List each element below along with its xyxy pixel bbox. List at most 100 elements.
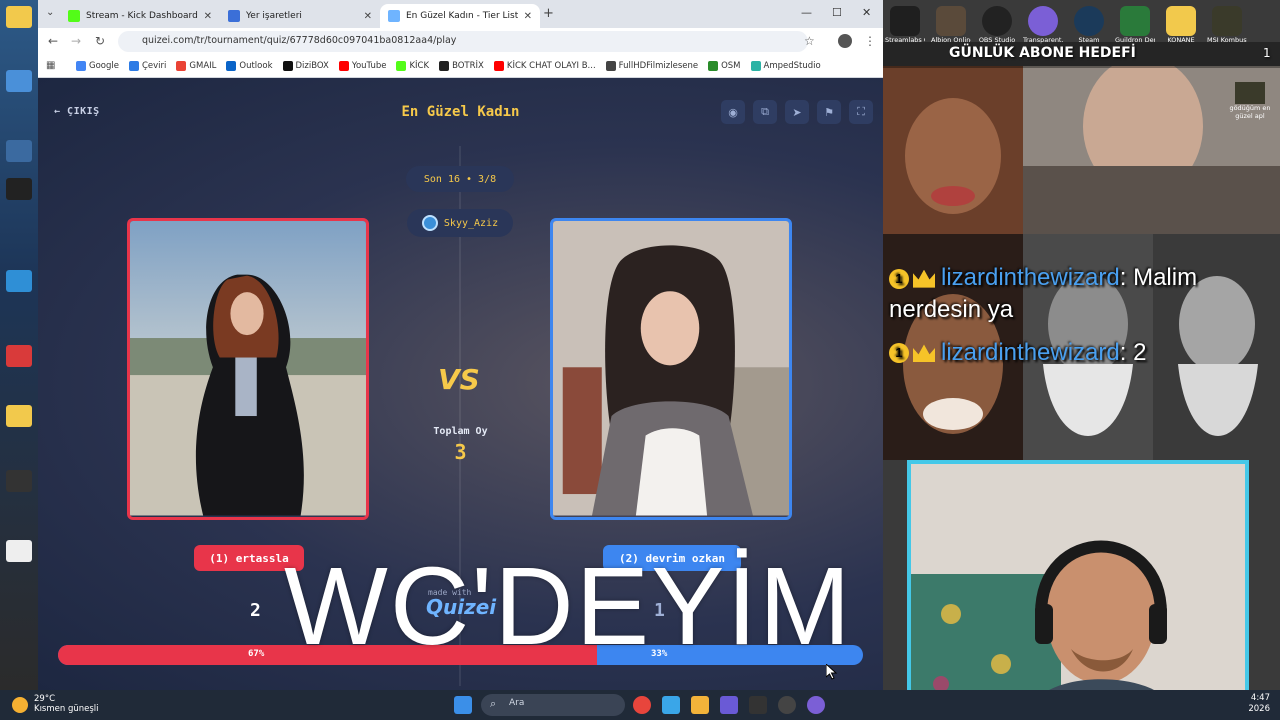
bookmark-osm[interactable]: OSM — [708, 60, 741, 71]
reload-icon[interactable]: ↻ — [95, 34, 105, 48]
explorer-icon[interactable] — [691, 696, 709, 714]
close-window-icon[interactable]: ✕ — [862, 6, 871, 19]
user-badge: Skyy_Aziz — [407, 209, 513, 237]
tab-label: En Güzel Kadın - Tier List, Kör S — [406, 11, 518, 21]
bookmark-label: BOTRİX — [452, 60, 484, 71]
bookmark-kick[interactable]: KİCK — [396, 60, 430, 71]
tab-label: Yer işaretleri — [246, 11, 302, 21]
back-icon[interactable]: ← — [48, 34, 58, 48]
close-icon[interactable]: ✕ — [364, 11, 372, 22]
bookmark-label: KİCK — [409, 60, 430, 71]
candidate-card-left[interactable] — [127, 218, 369, 520]
copy-icon[interactable]: ⧉ — [753, 100, 777, 124]
menu-icon[interactable]: ⋮ — [864, 34, 876, 48]
app-icon[interactable] — [6, 140, 32, 162]
app-icon[interactable] — [6, 470, 32, 492]
chat-message: 1 lizardinthewizard: Malim nerdesin ya — [889, 262, 1279, 327]
bookmark-outlook[interactable]: Outlook — [226, 60, 273, 71]
bookmark-label: YouTube — [351, 60, 387, 71]
bookmark-label: OSM — [721, 60, 741, 71]
app-icon[interactable] — [6, 270, 32, 292]
bookmark-label: Çeviri — [141, 60, 167, 71]
google-icon — [76, 60, 86, 71]
twitch-taskbar-icon[interactable] — [807, 696, 825, 714]
crown-icon — [913, 269, 935, 288]
mail-icon[interactable] — [662, 696, 680, 714]
close-icon[interactable]: ✕ — [524, 11, 532, 22]
translate-icon — [128, 60, 139, 71]
bookmark-dizibox[interactable]: DiziBOX — [282, 60, 329, 71]
bookmark-label: Outlook — [239, 60, 273, 71]
url-text: quizei.com/tr/tournament/quiz/67778d60c0… — [142, 35, 457, 46]
botrix-icon — [439, 60, 450, 71]
bookmark-kick-chat[interactable]: KİCK CHAT OLAYI B... — [493, 60, 596, 71]
fullscreen-icon[interactable]: ⛶ — [849, 100, 873, 124]
tab-label: Stream - Kick Dashboard — [86, 11, 198, 21]
overlay-caption: WC'DEYİM — [284, 545, 853, 668]
bookmark-label: AmpedStudio — [763, 60, 821, 71]
desktop-icon-favorite[interactable]: gödüğüm en güzel apl — [1225, 82, 1275, 120]
bookmark-ampedstudio[interactable]: AmpedStudio — [750, 60, 821, 71]
teams-icon[interactable] — [720, 696, 738, 714]
apps-grid-icon[interactable]: ▦ — [46, 60, 55, 71]
quizei-icon — [388, 10, 400, 22]
kick-icon — [68, 10, 80, 22]
bookmark-google[interactable]: Google — [76, 60, 119, 71]
votes-left: 2 — [250, 600, 261, 621]
weather-widget[interactable]: 29°C Kısmen güneşli — [12, 694, 99, 714]
tab-kick-dashboard[interactable]: Stream - Kick Dashboard ✕ — [60, 4, 220, 28]
address-bar-row: ← → ↻ quizei.com/tr/tournament/quiz/6777… — [38, 28, 883, 54]
dizibox-icon — [282, 60, 293, 71]
tab-search-icon[interactable]: ⌄ — [46, 7, 54, 18]
chat-message: 1 lizardinthewizard: 2 — [889, 337, 1279, 369]
chrome-icon[interactable] — [633, 696, 651, 714]
stream-panel: Streamlabs Online Albion Online OBS Stud… — [883, 0, 1280, 690]
bookmark-ceviri[interactable]: Çeviri — [128, 60, 167, 71]
clock-time: 4:47 — [1250, 693, 1270, 703]
candidate-card-right[interactable] — [550, 218, 792, 520]
percent-left: 67% — [248, 649, 265, 659]
bookmark-star-icon[interactable]: ☆ — [804, 34, 815, 48]
bookmark-fullhd[interactable]: FullHDFilmizlesene — [605, 60, 698, 71]
crown-icon — [913, 344, 935, 363]
app-icon[interactable] — [6, 540, 32, 562]
avatar — [421, 215, 438, 231]
flag-icon[interactable]: ⚑ — [817, 100, 841, 124]
profile-icon[interactable] — [838, 34, 852, 48]
maximize-icon[interactable]: ☐ — [832, 6, 842, 19]
taskbar-search[interactable]: ⌕ Ara — [481, 694, 625, 716]
app-icon — [1235, 82, 1265, 104]
forward-icon[interactable]: → — [71, 34, 81, 48]
epic-games-icon[interactable] — [749, 696, 767, 714]
app-icon[interactable] — [6, 345, 32, 367]
film-icon — [605, 60, 616, 71]
msi-icon — [1212, 6, 1242, 36]
bookmark-youtube[interactable]: YouTube — [338, 60, 387, 71]
eye-icon[interactable]: ◉ — [721, 100, 745, 124]
youtube-icon — [493, 60, 504, 71]
url-field[interactable]: quizei.com/tr/tournament/quiz/67778d60c0… — [118, 31, 808, 52]
minimize-icon[interactable]: — — [801, 6, 812, 19]
bookmark-botrix[interactable]: BOTRİX — [439, 60, 484, 71]
close-icon[interactable]: ✕ — [204, 11, 212, 22]
app-icon[interactable] — [6, 70, 32, 92]
app-icon[interactable] — [6, 178, 32, 200]
tab-quiz[interactable]: En Güzel Kadın - Tier List, Kör S ✕ — [380, 4, 540, 28]
obs-taskbar-icon[interactable] — [778, 696, 796, 714]
toolbar: ◉ ⧉ ➤ ⚑ ⛶ — [721, 100, 873, 124]
send-icon[interactable]: ➤ — [785, 100, 809, 124]
system-clock[interactable]: 4:47 2026 — [1248, 693, 1270, 715]
folder-icon[interactable] — [6, 405, 32, 427]
search-icon: ⌕ — [490, 697, 497, 710]
youtube-icon — [338, 60, 349, 71]
bookmark-label: KİCK CHAT OLAYI B... — [506, 60, 596, 71]
new-tab-icon[interactable]: + — [543, 6, 554, 21]
windows-start-icon[interactable] — [454, 696, 472, 714]
tab-bar: ⌄ Stream - Kick Dashboard ✕ Yer işaretle… — [38, 0, 883, 28]
tab-bookmarks[interactable]: Yer işaretleri ✕ — [220, 4, 380, 28]
screen: ⌄ Stream - Kick Dashboard ✕ Yer işaretle… — [0, 0, 1280, 720]
bookmark-gmail[interactable]: GMAIL — [176, 60, 217, 71]
folder-icon[interactable] — [6, 6, 32, 28]
albion-icon — [936, 6, 966, 36]
bookmark-label: GMAIL — [189, 60, 217, 71]
